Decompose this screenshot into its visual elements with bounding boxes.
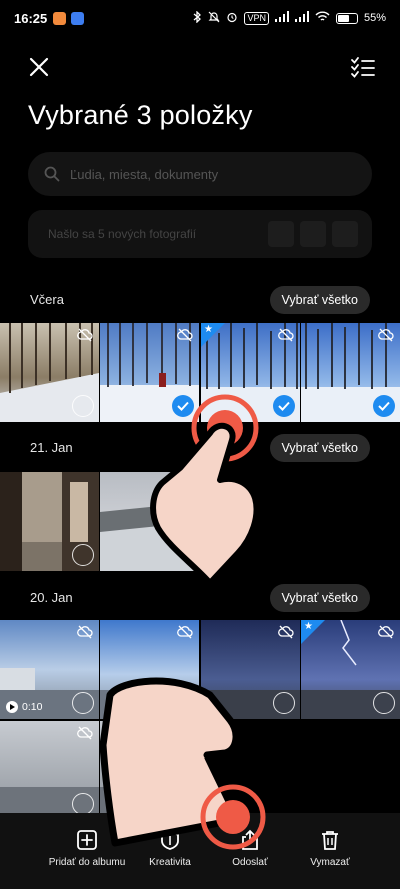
bluetooth-icon <box>193 9 202 26</box>
photo-thumbnail[interactable] <box>301 323 400 422</box>
select-all-button[interactable]: Vybrať všetko <box>269 434 370 462</box>
cloud-off-icon <box>378 625 394 639</box>
delete-label: Vymazať <box>310 857 350 868</box>
new-photos-thumbnails <box>268 221 358 247</box>
select-circle[interactable] <box>273 692 295 714</box>
section-date: 21. Jan <box>30 440 73 455</box>
section-date: 20. Jan <box>30 590 73 605</box>
trash-icon <box>322 831 338 850</box>
cloud-off-icon <box>77 625 93 639</box>
page-title: Vybrané 3 položky <box>28 100 253 130</box>
star-icon: ★ <box>304 621 313 632</box>
cloud-off-icon <box>177 328 193 342</box>
select-circle[interactable] <box>72 544 94 566</box>
status-icons: VPN 55% <box>193 9 386 26</box>
notification-app-icon <box>71 11 85 25</box>
search-field[interactable]: Ľudia, miesta, dokumenty <box>28 152 372 196</box>
cloud-off-icon <box>77 328 93 342</box>
status-bar: 16:25 VPN 55% <box>0 0 400 36</box>
select-mode-button[interactable] <box>348 52 378 82</box>
selection-topbar <box>0 48 400 84</box>
search-placeholder: Ľudia, miesta, dokumenty <box>70 166 219 182</box>
select-circle[interactable] <box>373 692 395 714</box>
photo-thumbnail[interactable]: ★ <box>301 620 400 719</box>
status-time: 16:25 <box>14 10 48 26</box>
photo-thumbnail[interactable] <box>0 323 99 422</box>
star-icon: ★ <box>204 324 213 335</box>
select-all-button[interactable]: Vybrať všetko <box>269 584 370 612</box>
hand-icon <box>150 422 260 586</box>
section-header: Včera Vybrať všetko <box>0 286 400 314</box>
check-icon <box>278 401 290 411</box>
select-circle[interactable] <box>72 692 94 714</box>
cloud-off-icon <box>177 625 193 639</box>
section-header: 20. Jan Vybrať všetko <box>0 584 400 612</box>
check-icon <box>378 401 390 411</box>
selected-check[interactable] <box>373 395 395 417</box>
select-circle[interactable] <box>72 395 94 417</box>
cloud-off-icon <box>278 625 294 639</box>
video-duration: 0:10 <box>6 701 42 713</box>
section-date: Včera <box>30 292 64 307</box>
new-photos-banner[interactable]: Našlo sa 5 nových fotografií <box>28 210 372 258</box>
signal-icon <box>274 11 289 25</box>
tap-gesture-hand <box>150 394 260 586</box>
vpn-badge: VPN <box>244 11 269 25</box>
alarm-icon <box>226 11 238 26</box>
select-circle[interactable] <box>72 793 94 815</box>
close-icon <box>29 57 49 77</box>
play-icon <box>6 701 18 713</box>
hand-icon <box>99 677 240 847</box>
tap-gesture-hand <box>99 677 266 850</box>
close-button[interactable] <box>24 52 54 82</box>
mute-icon <box>208 11 220 26</box>
select-all-button[interactable]: Vybrať všetko <box>269 286 370 314</box>
photo-thumbnail[interactable]: 0:10 <box>0 620 99 719</box>
delete-button[interactable]: Vymazať <box>290 813 370 889</box>
battery-level <box>337 14 349 22</box>
cloud-off-icon <box>278 328 294 342</box>
cloud-off-icon <box>378 328 394 342</box>
selected-check[interactable] <box>273 395 295 417</box>
wifi-icon <box>315 11 330 25</box>
touch-point <box>216 800 250 834</box>
photo-thumbnail[interactable] <box>0 472 99 571</box>
cloud-off-icon <box>77 726 93 740</box>
battery-icon <box>335 12 358 24</box>
photo-thumbnail[interactable] <box>0 721 99 820</box>
search-icon <box>44 166 60 182</box>
signal-icon <box>294 11 309 25</box>
notification-app-icon <box>53 11 67 25</box>
new-photos-text: Našlo sa 5 nových fotografií <box>48 227 197 241</box>
battery-percent: 55% <box>363 12 386 24</box>
checklist-icon <box>351 57 375 78</box>
